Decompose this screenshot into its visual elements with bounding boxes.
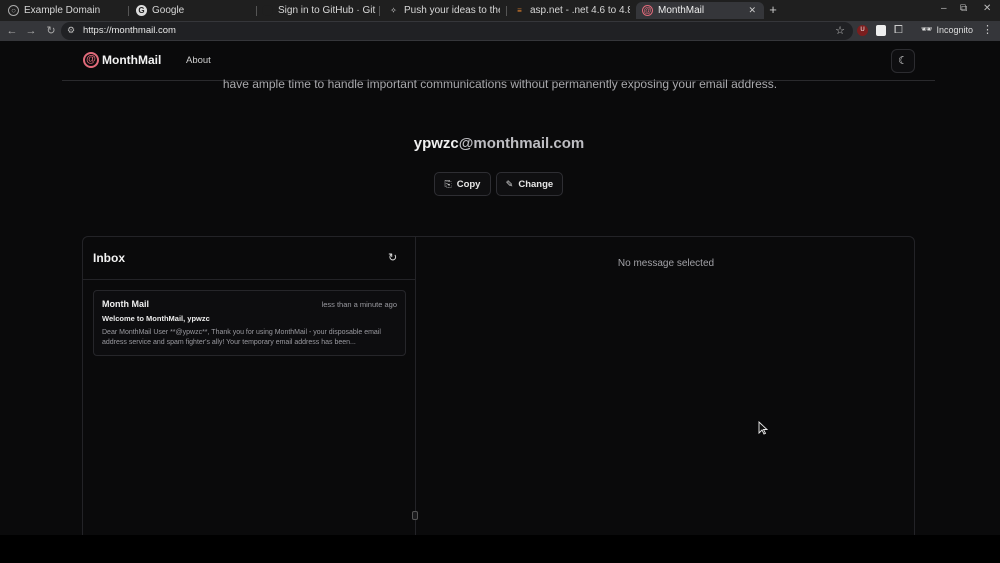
mouse-cursor-icon — [758, 421, 768, 435]
tab-google[interactable]: G Google — [136, 2, 254, 19]
github-icon — [262, 5, 273, 16]
address-bar[interactable]: ⚙ https://monthmail.com ☆ — [61, 22, 853, 40]
email-user: ypwzc — [413, 135, 459, 152]
theme-toggle-button[interactable]: ☾ — [891, 49, 915, 73]
bottom-band — [0, 535, 1000, 563]
close-tab-icon[interactable]: ✕ — [748, 5, 756, 16]
inbox-title: Inbox — [93, 251, 125, 265]
tab-title: Example Domain — [24, 5, 101, 16]
tab-monthmail[interactable]: @ MonthMail ✕ — [636, 2, 764, 19]
pencil-icon: ✎ — [505, 178, 514, 189]
bookmark-star-icon[interactable]: ☆ — [835, 24, 845, 37]
browser-tab-strip: ○ Example Domain G Google Sign in to Git… — [0, 0, 1000, 21]
site-settings-icon[interactable]: ⚙ — [67, 25, 75, 36]
change-button[interactable]: ✎ Change — [496, 172, 563, 196]
mail-panel: Inbox ↻ Month Mail less than a minute ag… — [82, 236, 915, 535]
tab-title: Google — [152, 5, 185, 16]
browser-menu-icon[interactable]: ⋮ — [982, 23, 993, 36]
change-label: Change — [518, 178, 554, 190]
refresh-icon[interactable]: ↻ — [388, 251, 397, 264]
intro-text: have ample time to handle important comm… — [222, 77, 778, 91]
extension-white-icon[interactable] — [876, 25, 886, 36]
incognito-label: Incognito — [936, 24, 973, 35]
tab-title: Push your ideas to the — [404, 5, 500, 16]
tab-title: MonthMail — [658, 5, 705, 16]
copy-label: Copy — [456, 178, 481, 190]
message-sender: Month Mail — [102, 299, 149, 309]
forward-icon[interactable]: → — [24, 24, 38, 38]
monthmail-logo-icon[interactable]: @ — [83, 52, 99, 68]
message-preview: Dear MonthMail User **@ypwzc**, Thank yo… — [102, 329, 381, 346]
inbox-header: Inbox ↻ — [83, 237, 416, 280]
tab-title: asp.net - .net 4.6 to 4.8 — [530, 5, 630, 16]
message-time: less than a minute ago — [321, 300, 397, 309]
tab-aspnet[interactable]: ≡ asp.net - .net 4.6 to 4.8 — [514, 2, 630, 19]
inbox-column: Inbox ↻ Month Mail less than a minute ag… — [83, 237, 416, 535]
at-sign-icon: @ — [642, 5, 653, 16]
extensions-puzzle-icon[interactable]: ⧠ — [894, 24, 903, 37]
browser-toolbar: ← → ↻ ⚙ https://monthmail.com ☆ — [0, 21, 1000, 41]
stackoverflow-icon: ≡ — [517, 6, 522, 15]
resize-handle[interactable] — [412, 511, 418, 520]
incognito-icon: 🕶 — [921, 24, 933, 34]
copy-button[interactable]: ⎘ Copy — [434, 172, 491, 196]
tab-github-sign-in[interactable]: Sign in to GitHub · GitHub — [262, 2, 376, 19]
back-icon[interactable]: ← — [5, 24, 19, 38]
new-tab-button[interactable]: + — [767, 3, 779, 17]
tab-title: Sign in to GitHub · GitHub — [278, 5, 376, 16]
message-subject: Welcome to MonthMail, ypwzc — [102, 314, 210, 323]
nav-about-link[interactable]: About — [186, 55, 211, 66]
google-icon: G — [136, 5, 147, 16]
url-text: https://monthmail.com — [83, 25, 176, 36]
site-header: @ MonthMail About ☾ — [62, 41, 935, 81]
tab-example-domain[interactable]: ○ Example Domain — [8, 2, 126, 19]
email-domain: @monthmail.com — [458, 135, 585, 152]
email-address: ypwzc@monthmail.com — [0, 135, 998, 152]
page-content: @ MonthMail About ☾ have ample time to h… — [0, 41, 1000, 535]
restore-icon[interactable]: ⧉ — [960, 3, 967, 14]
no-message-selected: No message selected — [617, 258, 715, 269]
logo-text[interactable]: MonthMail — [102, 53, 161, 67]
globe-icon: ○ — [8, 5, 19, 16]
clipboard-icon: ⎘ — [444, 178, 452, 189]
minimize-icon[interactable]: – — [941, 3, 947, 14]
moon-icon: ☾ — [898, 55, 908, 67]
list-item[interactable]: Month Mail less than a minute ago Welcom… — [93, 290, 406, 356]
incognito-indicator[interactable]: 🕶 Incognito — [921, 24, 973, 35]
tab-push-your-ideas[interactable]: ✧ Push your ideas to the — [388, 2, 500, 19]
extension-shield-icon[interactable]: U — [857, 25, 868, 36]
reload-icon[interactable]: ↻ — [44, 24, 58, 38]
sparkle-icon: ✧ — [390, 6, 397, 15]
close-window-icon[interactable]: ✕ — [983, 3, 991, 14]
